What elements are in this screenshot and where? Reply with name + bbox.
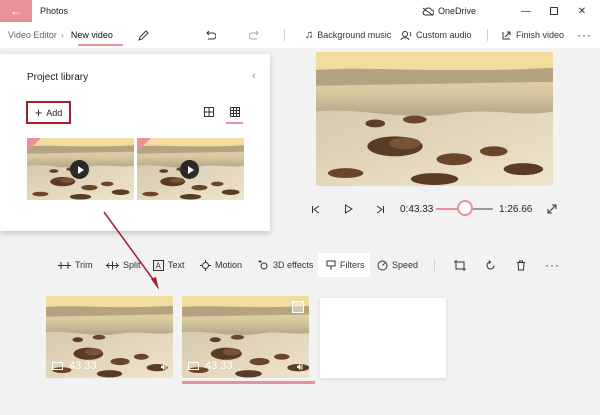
volume-icon[interactable]: 🔊︎ <box>161 362 167 373</box>
clip-duration: 43.33 <box>188 360 233 372</box>
storyboard-clip-selected[interactable]: 43.33 🔊︎ <box>182 296 309 378</box>
clip-duration: 43.33 <box>52 360 97 372</box>
selected-clip-indicator <box>182 381 315 384</box>
clip-duration-label: 43.33 <box>205 360 233 372</box>
volume-icon[interactable]: 🔊︎ <box>297 362 303 373</box>
image-frame-icon <box>188 362 199 370</box>
clip-duration-label: 43.33 <box>69 360 97 372</box>
image-frame-icon <box>52 362 63 370</box>
select-checkbox[interactable] <box>292 301 304 313</box>
storyboard-empty-slot <box>320 298 446 378</box>
storyboard-clip[interactable]: 43.33 🔊︎ <box>46 296 173 378</box>
